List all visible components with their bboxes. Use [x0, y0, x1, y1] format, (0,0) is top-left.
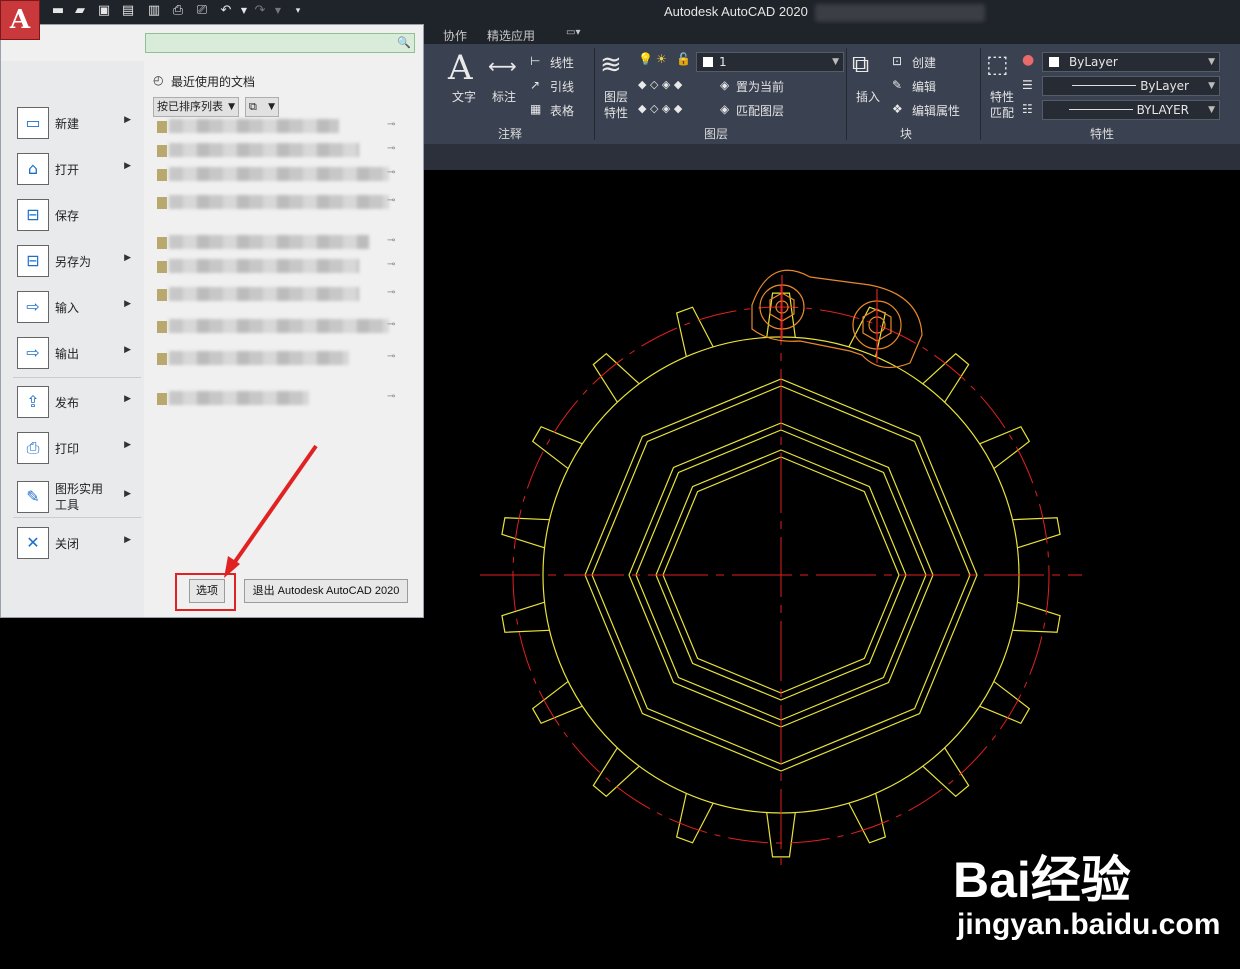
baidu-watermark: Bai经验: [953, 852, 1131, 907]
annotation-arrow: [224, 444, 318, 578]
watermark-brand: Bai经验: [953, 852, 1131, 907]
watermark-url: jingyan.baidu.com: [957, 908, 1221, 941]
arrow-shaft: [230, 444, 318, 568]
